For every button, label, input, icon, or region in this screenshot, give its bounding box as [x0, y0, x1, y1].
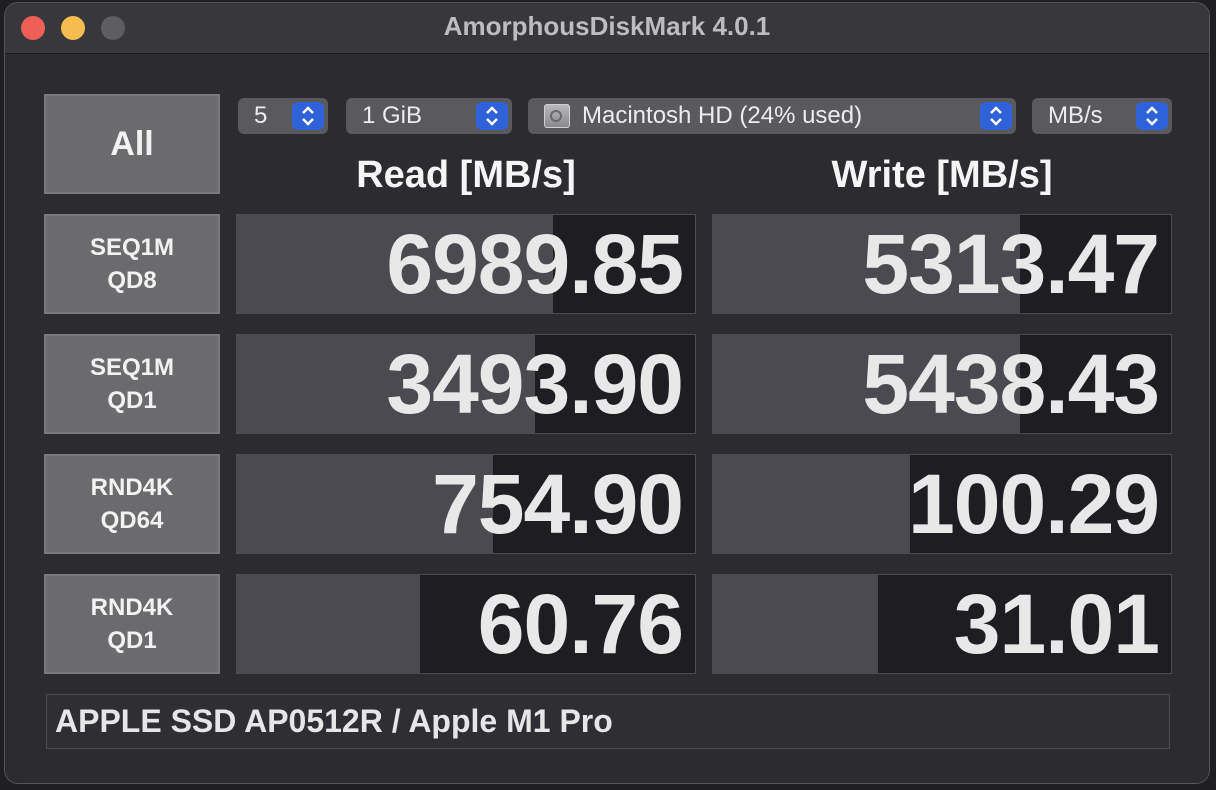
device-info-text: APPLE SSD AP0512R / Apple M1 Pro	[55, 703, 613, 739]
write-value: 31.01	[953, 576, 1160, 671]
unit-select[interactable]: MB/s	[1032, 98, 1172, 134]
drive-select[interactable]: Macintosh HD (24% used)	[528, 98, 1016, 134]
read-column-header: Read [MB/s]	[356, 154, 576, 196]
test-button-rnd4k-qd64[interactable]: RND4K QD64	[44, 454, 220, 554]
write-bar	[713, 575, 878, 673]
test-button-rnd4k-qd1[interactable]: RND4K QD1	[44, 574, 220, 674]
test-count-value: 5	[254, 102, 268, 129]
read-value: 6989.85	[386, 216, 684, 311]
write-result-seq1m-qd8: 5313.47	[712, 214, 1172, 314]
test-name-line2: QD1	[107, 627, 157, 654]
updown-chevron-icon	[292, 102, 324, 130]
read-value: 754.90	[432, 456, 684, 551]
test-name-line1: SEQ1M	[89, 354, 175, 381]
test-size-select[interactable]: 1 GiB	[346, 98, 512, 134]
test-count-select[interactable]: 5	[238, 98, 328, 134]
updown-chevron-icon	[476, 102, 508, 130]
read-result-rnd4k-qd1: 60.76	[236, 574, 696, 674]
write-value: 5313.47	[862, 216, 1160, 311]
write-value: 5438.43	[862, 336, 1160, 431]
test-name-line2: QD1	[107, 387, 157, 414]
read-result-rnd4k-qd64: 754.90	[236, 454, 696, 554]
unit-value: MB/s	[1048, 102, 1103, 129]
write-result-rnd4k-qd64: 100.29	[712, 454, 1172, 554]
test-name-line2: QD8	[107, 267, 157, 294]
all-tests-label: All	[110, 124, 154, 163]
title-bar: AmorphousDiskMark 4.0.1	[5, 3, 1209, 54]
test-button-seq1m-qd1[interactable]: SEQ1M QD1	[44, 334, 220, 434]
write-value: 100.29	[908, 456, 1160, 551]
read-value: 60.76	[477, 576, 684, 671]
updown-chevron-icon	[980, 102, 1012, 130]
write-result-seq1m-qd1: 5438.43	[712, 334, 1172, 434]
read-result-seq1m-qd8: 6989.85	[236, 214, 696, 314]
main-content: All 5 1 GiB Macintosh HD (24% used) MB/s	[5, 54, 1209, 783]
write-bar	[713, 455, 910, 553]
device-info-field[interactable]: APPLE SSD AP0512R / Apple M1 Pro	[46, 694, 1170, 749]
hard-disk-icon	[544, 104, 570, 128]
write-column-header: Write [MB/s]	[831, 154, 1053, 196]
drive-value: Macintosh HD (24% used)	[582, 102, 863, 129]
updown-chevron-icon	[1136, 102, 1168, 130]
read-result-seq1m-qd1: 3493.90	[236, 334, 696, 434]
write-result-rnd4k-qd1: 31.01	[712, 574, 1172, 674]
test-name-line1: SEQ1M	[89, 234, 175, 261]
test-name-line2: QD64	[100, 507, 164, 534]
test-name-line1: RND4K	[90, 594, 174, 621]
test-button-seq1m-qd8[interactable]: SEQ1M QD8	[44, 214, 220, 314]
read-bar	[237, 575, 421, 673]
window-title: AmorphousDiskMark 4.0.1	[443, 11, 771, 41]
app-window: AmorphousDiskMark 4.0.1 All 5 1 GiB Maci…	[4, 2, 1210, 784]
read-value: 3493.90	[386, 336, 684, 431]
all-tests-button[interactable]: All	[44, 94, 220, 194]
test-name-line1: RND4K	[90, 474, 174, 501]
test-size-value: 1 GiB	[362, 102, 423, 129]
